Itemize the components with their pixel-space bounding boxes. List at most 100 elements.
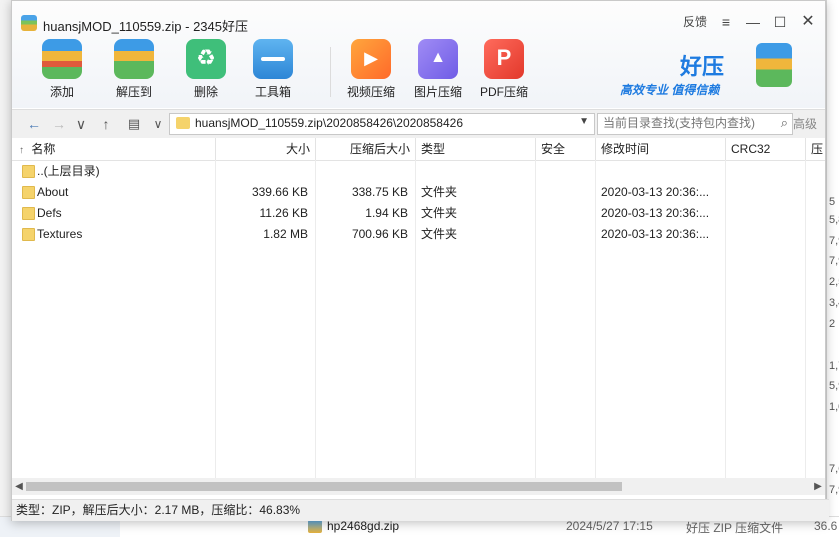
- folder-icon: [22, 228, 35, 241]
- row-type: 文件夹: [421, 206, 458, 220]
- bg-fragment: 5,9: [829, 380, 839, 392]
- column-modified[interactable]: 修改时间: [596, 138, 726, 160]
- bg-file-name: hp2468gd.zip: [327, 519, 400, 533]
- pdf-compress-button[interactable]: PDF压缩: [476, 39, 532, 100]
- file-list: ↑ 名称 大小 压缩后大小 类型 安全 修改时间 CRC32 压 ..(上层目录…: [12, 138, 825, 478]
- recycle-icon: [186, 39, 226, 79]
- path-dropdown-icon[interactable]: ▼: [579, 116, 589, 127]
- bg-file-date: 2024/5/27 17:15: [566, 519, 653, 533]
- zip-file-icon: [308, 520, 322, 533]
- back-arrow-icon[interactable]: ←: [24, 114, 44, 134]
- row-packed-size: 700.96 KB: [351, 227, 408, 241]
- column-name[interactable]: ↑ 名称: [12, 138, 216, 160]
- image-compress-label: 图片压缩: [413, 85, 462, 99]
- maximize-icon[interactable]: ☐: [769, 11, 791, 33]
- toolbox-button[interactable]: 工具箱: [245, 39, 301, 100]
- row-name: Textures: [37, 227, 83, 241]
- bg-fragment: 1,7: [829, 360, 839, 372]
- folder-icon: [22, 186, 35, 199]
- path-field[interactable]: huansjMOD_110559.zip\2020858426\20208584…: [169, 113, 595, 135]
- image-icon: [418, 39, 458, 79]
- titlebar: huansjMOD_110559.zip - 2345好压 反馈 ≡ — ☐ ✕…: [12, 1, 825, 108]
- toolbox-icon: [253, 39, 293, 79]
- column-compression[interactable]: 压: [806, 138, 825, 160]
- app-logo-icon: [21, 15, 37, 31]
- brand-logo-icon: [756, 43, 792, 87]
- up-arrow-icon[interactable]: ↑: [96, 114, 116, 134]
- bg-fragment: 2,5: [829, 276, 839, 288]
- toolbox-label: 工具箱: [254, 85, 291, 99]
- column-name-label: 名称: [31, 142, 56, 156]
- bg-fragment: 7,9: [829, 484, 839, 496]
- scrollbar-thumb[interactable]: [26, 482, 622, 491]
- feedback-button[interactable]: 反馈: [681, 11, 709, 33]
- address-bar: ← → ∨ ↑ ▤ ∨ huansjMOD_110559.zip\2020858…: [12, 109, 825, 139]
- view-dropdown-icon[interactable]: ∨: [148, 114, 168, 134]
- chevron-down-icon[interactable]: ∨: [71, 114, 91, 134]
- add-archive-icon: [42, 39, 82, 79]
- column-security[interactable]: 安全: [536, 138, 596, 160]
- window-title: huansjMOD_110559.zip - 2345好压: [43, 19, 248, 34]
- bg-file-type: 好压 ZIP 压缩文件: [686, 521, 784, 535]
- delete-button[interactable]: 删除: [178, 39, 234, 100]
- row-name: ..(上层目录): [37, 164, 100, 178]
- bg-file-size: 36.6: [814, 519, 838, 533]
- bg-fragment: 7,9: [829, 255, 839, 267]
- row-size: 11.26 KB: [259, 206, 308, 220]
- row-name: About: [37, 185, 69, 199]
- minimize-icon[interactable]: —: [742, 11, 764, 33]
- row-modified: 2020-03-13 20:36:...: [601, 227, 710, 241]
- background-right-panel: 5 5,8 7,9 7,9 2,5 3,4 2 1,7 5,9 1,0 7,6 …: [826, 0, 839, 537]
- folder-icon: [22, 207, 35, 220]
- row-modified: 2020-03-13 20:36:...: [601, 185, 710, 199]
- scroll-right-icon[interactable]: ▶: [811, 478, 825, 495]
- brand-slogan: 高效专业 值得信赖: [620, 83, 720, 97]
- row-name: Defs: [37, 206, 62, 220]
- menu-icon[interactable]: ≡: [715, 11, 737, 33]
- row-type: 文件夹: [421, 227, 458, 241]
- image-compress-button[interactable]: 图片压缩: [410, 39, 466, 100]
- video-compress-button[interactable]: 视频压缩: [343, 39, 399, 100]
- add-label: 添加: [49, 85, 74, 99]
- bg-fragment: 5: [829, 196, 836, 208]
- add-button[interactable]: 添加: [34, 39, 90, 100]
- bg-fragment: 7,9: [829, 235, 839, 247]
- pdf-compress-label: PDF压缩: [479, 85, 528, 99]
- forward-arrow-icon[interactable]: →: [49, 114, 69, 134]
- column-packed-size[interactable]: 压缩后大小: [316, 138, 416, 160]
- horizontal-scrollbar[interactable]: ◀ ▶: [12, 478, 825, 495]
- search-input[interactable]: [598, 114, 767, 132]
- row-packed-size: 338.75 KB: [351, 185, 408, 199]
- table-row[interactable]: Textures 1.82 MB 700.96 KB 文件夹 2020-03-1…: [12, 224, 825, 245]
- column-size[interactable]: 大小: [216, 138, 316, 160]
- row-size: 339.66 KB: [251, 185, 308, 199]
- extract-label: 解压到: [115, 85, 152, 99]
- bg-fragment: 5,8: [829, 214, 839, 226]
- folder-icon: [176, 117, 190, 129]
- search-field[interactable]: ⌕: [597, 113, 793, 135]
- column-crc32[interactable]: CRC32: [726, 138, 806, 160]
- advanced-search-button[interactable]: 高级: [793, 115, 817, 132]
- row-modified: 2020-03-13 20:36:...: [601, 206, 710, 220]
- path-text: huansjMOD_110559.zip\2020858426\20208584…: [195, 116, 464, 130]
- table-row-parent[interactable]: ..(上层目录): [12, 161, 825, 182]
- search-icon[interactable]: ⌕: [781, 115, 788, 131]
- toolbar-divider: [330, 47, 331, 97]
- row-packed-size: 1.94 KB: [365, 206, 408, 220]
- extract-icon: [114, 39, 154, 79]
- scroll-left-icon[interactable]: ◀: [12, 478, 26, 495]
- video-icon: [351, 39, 391, 79]
- column-type[interactable]: 类型: [416, 138, 536, 160]
- table-row[interactable]: Defs 11.26 KB 1.94 KB 文件夹 2020-03-13 20:…: [12, 203, 825, 224]
- row-type: 文件夹: [421, 185, 458, 199]
- bg-fragment: 2: [829, 318, 836, 330]
- view-mode-icon[interactable]: ▤: [124, 114, 144, 134]
- close-icon[interactable]: ✕: [797, 11, 819, 33]
- pdf-icon: [484, 39, 524, 79]
- delete-label: 删除: [193, 85, 218, 99]
- bg-fragment: 1,0: [829, 401, 839, 413]
- table-row[interactable]: About 339.66 KB 338.75 KB 文件夹 2020-03-13…: [12, 182, 825, 203]
- brand-banner[interactable]: 好压 高效专业 值得信赖: [618, 41, 798, 101]
- bg-fragment: 3,4: [829, 297, 839, 309]
- extract-button[interactable]: 解压到: [106, 39, 162, 100]
